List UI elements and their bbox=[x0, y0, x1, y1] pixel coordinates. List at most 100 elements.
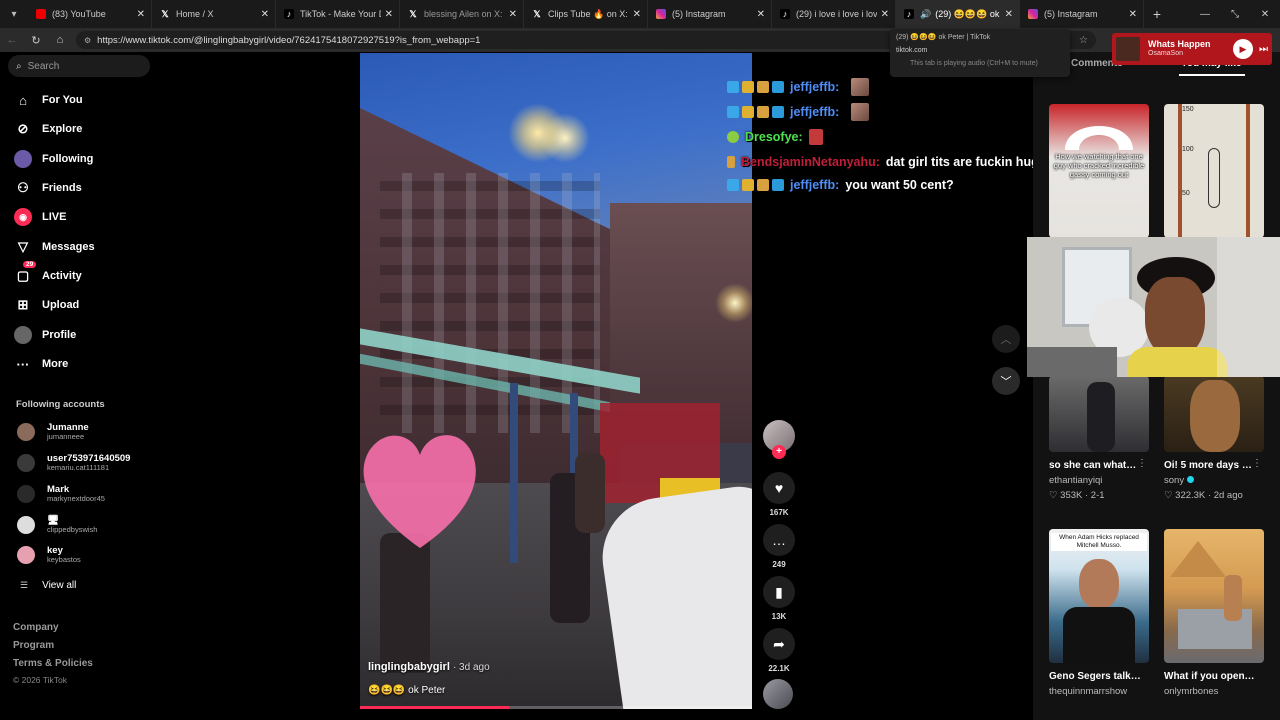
home-button-icon[interactable]: ⌂ bbox=[48, 28, 72, 52]
nav-more[interactable]: ··· More bbox=[14, 353, 69, 375]
nav-upload[interactable]: ⊞ Upload bbox=[14, 294, 80, 316]
tab-tiktok-home[interactable]: ♪ TikTok - Make Your Day ✕ bbox=[276, 0, 400, 28]
share-icon[interactable]: ➦ bbox=[763, 628, 795, 660]
tab-instagram[interactable]: (5) Instagram ✕ bbox=[648, 0, 772, 28]
search-input[interactable]: ⌕ Search bbox=[8, 55, 150, 77]
close-tab-icon[interactable]: ✕ bbox=[509, 9, 517, 20]
nav-activity[interactable]: ▢ 29 Activity bbox=[14, 261, 82, 287]
close-tab-icon[interactable]: ✕ bbox=[261, 9, 269, 20]
video-author[interactable]: ethantianyiqi bbox=[1049, 475, 1149, 486]
video-title[interactable]: Geno Segers talks about when Ada... bbox=[1049, 671, 1141, 682]
creator-avatar-button[interactable]: + bbox=[760, 420, 798, 459]
footer-company-link[interactable]: Company bbox=[13, 622, 59, 633]
comment-button[interactable]: … 249 bbox=[760, 524, 798, 569]
close-window-icon[interactable]: ✕ bbox=[1250, 0, 1280, 28]
recommended-video-card[interactable]: When Adam Hicks replaced Mitchell Musso.… bbox=[1049, 529, 1149, 697]
tab-x-clips[interactable]: 𝕏 Clips Tube 🔥 on X: "He ✕ bbox=[524, 0, 648, 28]
footer-program-link[interactable]: Program bbox=[13, 640, 54, 651]
video-thumbnail[interactable] bbox=[1164, 529, 1264, 663]
recommended-video-card[interactable]: What if you opened a kebab... onlymrbone… bbox=[1164, 529, 1264, 697]
music-disc-icon[interactable] bbox=[763, 679, 793, 709]
nav-messages[interactable]: ▽ Messages bbox=[14, 236, 95, 258]
nav-label: Upload bbox=[42, 299, 80, 311]
next-track-icon[interactable]: ⏭ bbox=[1259, 44, 1268, 55]
following-account[interactable]: user753971640509 kemariu.cat111181 bbox=[17, 450, 130, 476]
recommended-video-card[interactable]: so she can what??? ⋮ ethantianyiqi ♡ 353… bbox=[1049, 376, 1149, 501]
tab-x-blessing[interactable]: 𝕏 blessing Ailen on X: "Her ✕ bbox=[400, 0, 524, 28]
video-title[interactable]: Oi! 5 more days until things get... bbox=[1164, 460, 1256, 471]
video-thumbnail[interactable] bbox=[1049, 376, 1149, 452]
following-account[interactable]: Mark markynextdoor45 bbox=[17, 481, 105, 507]
video-progress-bar[interactable] bbox=[360, 706, 752, 709]
save-button[interactable]: ▮ 13K bbox=[760, 576, 798, 621]
close-tab-icon[interactable]: ✕ bbox=[633, 9, 641, 20]
close-tab-icon[interactable]: ✕ bbox=[757, 9, 765, 20]
video-author[interactable]: onlymrbones bbox=[1164, 686, 1264, 697]
tab-tiktok-love[interactable]: ♪ (29) i love i love i love yo ✕ bbox=[772, 0, 896, 28]
video-author[interactable]: linglingbabygirl · 3d ago bbox=[368, 661, 490, 673]
like-button[interactable]: ♥ 167K bbox=[760, 472, 798, 517]
comment-icon[interactable]: … bbox=[763, 524, 795, 556]
more-options-icon[interactable]: ⋮ bbox=[1252, 458, 1262, 469]
ruler-label: 50 bbox=[1182, 190, 1190, 197]
previous-video-button[interactable]: ︿ bbox=[992, 325, 1020, 353]
nav-following[interactable]: Following bbox=[14, 148, 93, 170]
nav-profile[interactable]: Profile bbox=[14, 324, 76, 346]
chat-username: BendsjaminNetanyahu: bbox=[741, 155, 880, 169]
video-author-name[interactable]: sony bbox=[1164, 475, 1184, 486]
nav-friends[interactable]: ⚇ Friends bbox=[14, 177, 82, 199]
recommended-video-card[interactable]: How we watching that one guy who cracked… bbox=[1049, 104, 1149, 238]
close-tab-icon[interactable]: ✕ bbox=[1005, 9, 1013, 20]
nav-explore[interactable]: ⊘ Explore bbox=[14, 118, 83, 140]
tab-instagram-2[interactable]: (5) Instagram ✕ bbox=[1020, 0, 1144, 28]
video-author[interactable]: sony bbox=[1164, 475, 1264, 486]
back-icon[interactable]: ← bbox=[0, 28, 24, 52]
close-tab-icon[interactable]: ✕ bbox=[1129, 9, 1137, 20]
view-all-link[interactable]: ☰ View all bbox=[20, 580, 76, 591]
share-button[interactable]: ➦ 22.1K bbox=[760, 628, 798, 673]
footer-terms-link[interactable]: Terms & Policies bbox=[13, 658, 93, 669]
recommended-video-card[interactable]: Oi! 5 more days until things get... ⋮ so… bbox=[1164, 376, 1264, 501]
video-thumbnail[interactable]: 150 100 50 bbox=[1164, 104, 1264, 238]
nav-for-you[interactable]: ⌂ For You bbox=[14, 89, 82, 111]
tab-x-home[interactable]: 𝕏 Home / X ✕ bbox=[152, 0, 276, 28]
recommended-video-card[interactable]: 150 100 50 bbox=[1164, 104, 1264, 238]
video-thumbnail[interactable] bbox=[1164, 376, 1264, 452]
nav-live[interactable]: ◉ LIVE bbox=[14, 206, 66, 228]
close-tab-icon[interactable]: ✕ bbox=[881, 9, 889, 20]
restore-icon[interactable]: ⤡ bbox=[1220, 0, 1250, 28]
new-tab-button[interactable]: + bbox=[1144, 6, 1170, 22]
chat-message: BendsjaminNetanyahu: dat girl tits are f… bbox=[727, 151, 1046, 173]
bookmark-icon[interactable]: ▮ bbox=[763, 576, 795, 608]
minimize-icon[interactable]: — bbox=[1190, 0, 1220, 28]
following-account[interactable]: 🖥 clippedbyswish bbox=[17, 512, 97, 538]
tab-menu-icon[interactable]: ▾ bbox=[0, 0, 28, 28]
video-author[interactable]: thequinnmarrshow bbox=[1049, 686, 1149, 697]
reload-icon[interactable]: ↻ bbox=[24, 28, 48, 52]
tab-youtube[interactable]: (83) YouTube ✕ bbox=[28, 0, 152, 28]
video-thumbnail[interactable]: How we watching that one guy who cracked… bbox=[1049, 104, 1149, 238]
heart-icon[interactable]: ♥ bbox=[763, 472, 795, 504]
video-thumbnail[interactable]: When Adam Hicks replaced Mitchell Musso. bbox=[1049, 529, 1149, 663]
speaker-icon[interactable]: 🔊 bbox=[920, 9, 931, 20]
more-options-icon[interactable]: ⋮ bbox=[1137, 458, 1147, 469]
close-tab-icon[interactable]: ✕ bbox=[385, 9, 393, 20]
close-tab-icon[interactable]: ✕ bbox=[137, 9, 145, 20]
video-title[interactable]: What if you opened a kebab... bbox=[1164, 671, 1256, 682]
tab-tiktok-active[interactable]: ♪ 🔊 (29) 😆😆😆 ok Pe ✕ bbox=[896, 0, 1020, 28]
instagram-icon bbox=[1028, 9, 1038, 19]
webcam-desk bbox=[1027, 347, 1117, 377]
now-playing-widget[interactable]: Whats Happen OsamaSon ▶ ⏭ bbox=[1112, 33, 1272, 65]
next-video-button[interactable]: ﹀ bbox=[992, 367, 1020, 395]
video-stats: ♡ 353K · 2-1 bbox=[1049, 490, 1105, 501]
play-icon[interactable]: ▶ bbox=[1233, 39, 1253, 59]
following-account[interactable]: key keybastos bbox=[17, 542, 81, 568]
video-author-name[interactable]: linglingbabygirl bbox=[368, 661, 450, 673]
following-account[interactable]: Jumanne jumanneee bbox=[17, 419, 89, 445]
site-info-icon[interactable]: ⚙ bbox=[84, 36, 91, 45]
video-title[interactable]: so she can what??? bbox=[1049, 460, 1141, 471]
video-player[interactable]: linglingbabygirl · 3d ago 😆😆😆 ok Peter bbox=[360, 53, 752, 709]
follow-plus-icon[interactable]: + bbox=[772, 445, 786, 459]
avatar[interactable]: + bbox=[763, 420, 795, 459]
bookmark-star-icon[interactable]: ☆ bbox=[1079, 35, 1088, 46]
